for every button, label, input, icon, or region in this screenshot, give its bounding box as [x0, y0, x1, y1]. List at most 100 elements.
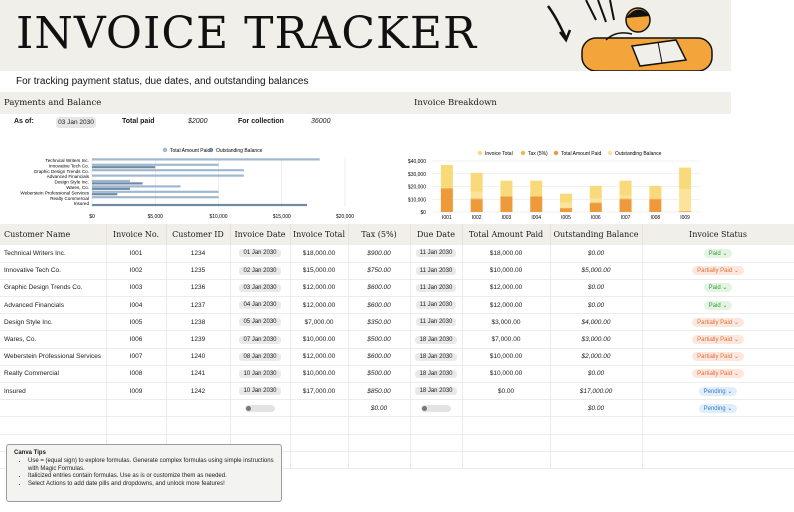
legend-dot	[477, 150, 483, 156]
y-tick-label: $0	[420, 210, 426, 216]
table-cell[interactable]: 18 Jan 2030	[410, 348, 463, 366]
date-pill[interactable]: 18 Jan 2030	[415, 369, 457, 378]
table-cell[interactable]: 07 Jan 2030	[230, 330, 291, 349]
status-dropdown[interactable]: Partially Paid ⌄	[692, 369, 744, 379]
stack-segment	[589, 203, 602, 212]
table-cell[interactable]: 01 Jan 2030	[230, 245, 291, 263]
table-cell[interactable]: Partially Paid ⌄	[642, 330, 794, 349]
table-cell[interactable]: 11 Jan 2030	[410, 262, 463, 280]
date-pill[interactable]: 11 Jan 2030	[415, 283, 457, 292]
y-tick-label: $10,000	[408, 197, 426, 203]
table-row: Weberstein Professional Services I007 1240…	[0, 348, 794, 366]
table-cell[interactable]	[462, 434, 551, 452]
table-cell[interactable]	[642, 416, 794, 435]
table-cell[interactable]: Paid ⌄	[642, 245, 794, 263]
status-dropdown[interactable]: Partially Paid ⌄	[692, 352, 744, 362]
date-pill[interactable]: 04 Jan 2030	[239, 301, 281, 310]
date-pill[interactable]: 11 Jan 2030	[415, 318, 457, 327]
table-cell[interactable]	[550, 451, 643, 469]
status-dropdown[interactable]: Partially Paid ⌄	[692, 335, 744, 345]
total-paid-label: Total paid	[122, 118, 155, 125]
table-cell[interactable]: 11 Jan 2030	[410, 279, 463, 298]
date-pill[interactable]: 10 Jan 2030	[239, 369, 281, 378]
table-cell[interactable]	[462, 451, 551, 469]
table-cell[interactable]	[0, 416, 107, 435]
header-banner: INVOICE TRACKER	[0, 0, 731, 71]
date-pill[interactable]: 18 Jan 2030	[415, 335, 457, 344]
table-cell[interactable]	[410, 434, 463, 452]
table-cell[interactable]	[462, 416, 551, 435]
table-cell[interactable]: Paid ⌄	[642, 296, 794, 315]
table-cell[interactable]	[410, 416, 463, 435]
table-cell[interactable]	[642, 451, 794, 469]
date-pill[interactable]: 11 Jan 2030	[415, 249, 457, 258]
stack-segment	[500, 180, 513, 196]
table-cell[interactable]: 08 Jan 2030	[230, 348, 291, 366]
table-cell[interactable]	[550, 416, 643, 435]
status-dropdown[interactable]: Pending ⌄	[698, 403, 738, 413]
empty-date-pill[interactable]	[421, 404, 451, 412]
table-cell[interactable]: 18 Jan 2030	[410, 330, 463, 349]
date-pill[interactable]: 01 Jan 2030	[239, 249, 281, 258]
table-cell[interactable]: Partially Paid ⌄	[642, 348, 794, 366]
table-cell: Realty Commercial	[0, 365, 107, 384]
as-of-date-pill[interactable]: 03 Jan 2030	[56, 117, 96, 128]
table-cell[interactable]: 05 Jan 2030	[230, 313, 291, 332]
status-dropdown[interactable]: Paid ⌄	[703, 300, 733, 310]
x-tick-label: $20,000	[336, 214, 354, 220]
status-dropdown[interactable]: Partially Paid ⌄	[692, 317, 744, 327]
status-dropdown[interactable]: Partially Paid ⌄	[692, 266, 744, 276]
date-pill[interactable]: 08 Jan 2030	[239, 352, 281, 361]
date-pill[interactable]: 18 Jan 2030	[415, 352, 457, 361]
table-cell[interactable]	[290, 434, 349, 452]
date-pill[interactable]: 03 Jan 2030	[239, 283, 281, 292]
table-cell[interactable]: 03 Jan 2030	[230, 279, 291, 298]
table-cell[interactable]: 18 Jan 2030	[410, 382, 463, 401]
table-cell[interactable]: 10 Jan 2030	[230, 365, 291, 384]
table-cell[interactable]	[348, 451, 411, 469]
date-pill[interactable]: 02 Jan 2030	[239, 266, 281, 275]
table-cell[interactable]	[230, 416, 291, 435]
payments-balance-chart: Total Amount Paid Outstanding Balance $0 $5…	[20, 147, 354, 220]
table-cell[interactable]: 10 Jan 2030	[230, 382, 291, 401]
table-cell: $18,000.00	[290, 245, 349, 263]
status-dropdown[interactable]: Paid ⌄	[703, 283, 733, 293]
table-cell[interactable]: Paid ⌄	[642, 279, 794, 298]
date-pill[interactable]: 11 Jan 2030	[415, 301, 457, 310]
table-cell[interactable]	[642, 434, 794, 452]
date-pill[interactable]: 11 Jan 2030	[415, 266, 457, 275]
table-cell[interactable]	[550, 434, 643, 452]
table-cell[interactable]: 11 Jan 2030	[410, 245, 463, 263]
table-cell[interactable]	[410, 451, 463, 469]
bar	[92, 179, 130, 183]
date-pill[interactable]: 05 Jan 2030	[239, 318, 281, 327]
bar	[92, 158, 320, 161]
bar	[92, 196, 219, 199]
category-label: Weberstein Professional Services	[20, 190, 89, 195]
table-cell[interactable]: 18 Jan 2030	[410, 365, 463, 384]
table-cell[interactable]: 11 Jan 2030	[410, 313, 463, 332]
table-cell[interactable]	[348, 416, 411, 435]
empty-date-pill[interactable]	[245, 404, 275, 412]
table-cell[interactable]	[166, 416, 231, 435]
table-row: Design Style Inc. I005 1238 05 Jan 2030 $7,0…	[0, 313, 794, 332]
date-pill[interactable]: 07 Jan 2030	[239, 335, 281, 344]
table-cell[interactable]	[290, 451, 349, 469]
date-pill[interactable]: 10 Jan 2030	[239, 387, 281, 396]
status-dropdown[interactable]: Paid ⌄	[703, 248, 733, 258]
status-dropdown[interactable]: Pending ⌄	[698, 386, 738, 396]
table-cell[interactable]: 04 Jan 2030	[230, 296, 291, 315]
table-cell[interactable]: Partially Paid ⌄	[642, 365, 794, 384]
stack-segment	[619, 199, 632, 212]
stack-segment	[470, 172, 483, 192]
table-cell[interactable]: Pending ⌄	[642, 382, 794, 401]
table-cell[interactable]: 02 Jan 2030	[230, 262, 291, 280]
table-cell[interactable]	[348, 434, 411, 452]
date-pill[interactable]: 18 Jan 2030	[415, 387, 457, 396]
table-cell[interactable]	[290, 416, 349, 435]
stack-segment	[500, 195, 513, 197]
table-cell[interactable]: Partially Paid ⌄	[642, 262, 794, 280]
table-cell[interactable]: Partially Paid ⌄	[642, 313, 794, 332]
table-cell[interactable]: 11 Jan 2030	[410, 296, 463, 315]
table-cell[interactable]	[106, 416, 167, 435]
